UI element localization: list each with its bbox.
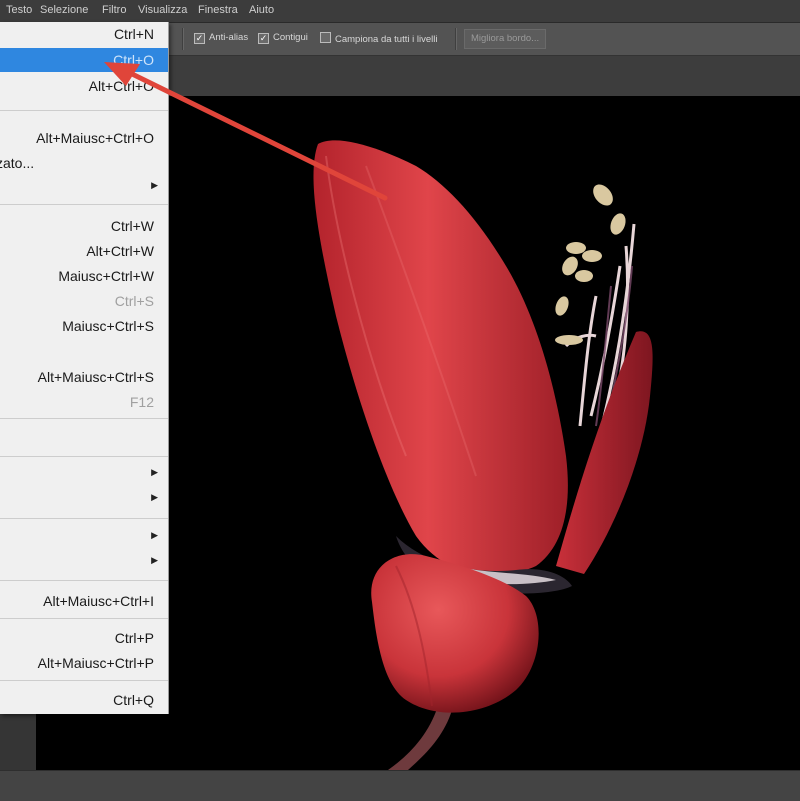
shortcut-label: Alt+Maiusc+Ctrl+O [36,130,154,146]
menu-item-open[interactable]: Ctrl+O [0,48,168,72]
menu-item-automate[interactable]: ▶ [0,525,168,549]
menu-testo[interactable]: Testo [6,4,32,16]
contiguous-option[interactable]: ✓ Contigui [258,32,308,44]
check-icon[interactable]: ✓ [258,33,269,44]
check-icon[interactable]: ✓ [194,33,205,44]
menu-visualizza[interactable]: Visualizza [138,4,187,16]
menu-filtro[interactable]: Filtro [102,4,126,16]
menu-item-close-all[interactable]: Alt+Ctrl+W [0,239,168,263]
chevron-right-icon: ▶ [151,492,158,502]
menu-item-import[interactable]: ▶ [0,462,168,486]
shortcut-label: F12 [129,394,154,410]
refine-edge-button[interactable]: Migliora bordo... [464,29,547,49]
menu-separator [0,456,168,457]
shortcut-label: Alt+Maiusc+Ctrl+I [43,593,154,609]
menu-separator [0,618,168,619]
menu-item-open-as[interactable]: Alt+Maiusc+Ctrl+O [0,126,168,150]
shortcut-label: Alt+Ctrl+W [86,243,154,259]
checkbox-icon[interactable] [320,32,331,43]
shortcut-label: Ctrl+P [114,630,154,646]
menu-item-close[interactable]: Ctrl+W [0,214,168,238]
menu-item-revert: F12 [0,390,168,414]
chevron-right-icon: ▶ [151,467,158,477]
shortcut-label: Alt+Maiusc+Ctrl+P [37,655,154,671]
shortcut-label: Ctrl+W [110,218,154,234]
status-bar [0,770,800,801]
menu-separator [0,418,168,419]
menu-separator [0,110,168,111]
menu-item-open-as-smart-object[interactable]: zato... [0,151,168,175]
menu-item-exit[interactable]: Ctrl+Q [0,688,168,712]
menu-aiuto[interactable]: Aiuto [249,4,274,16]
shortcut-label: Ctrl+Q [113,692,154,708]
menu-separator [0,518,168,519]
chevron-right-icon: ▶ [151,180,158,190]
menu-item-close-and-go[interactable]: Maiusc+Ctrl+W [0,264,168,288]
menu-item-save: Ctrl+S [0,289,168,313]
menu-item-print[interactable]: Ctrl+P [0,626,168,650]
menu-selezione[interactable]: Selezione [40,4,88,16]
menu-finestra[interactable]: Finestra [198,4,238,16]
shortcut-label: Maiusc+Ctrl+W [58,268,154,284]
menu-item-print-one-copy[interactable]: Alt+Maiusc+Ctrl+P [0,651,168,675]
options-divider [182,28,184,50]
shortcut-label: Ctrl+O [113,52,154,68]
menu-item-save-for-web[interactable]: Alt+Maiusc+Ctrl+S [0,365,168,389]
menu-item-export[interactable]: ▶ [0,487,168,511]
menu-item-scripts[interactable]: ▶ [0,550,168,574]
menu-item-save-as[interactable]: Maiusc+Ctrl+S [0,314,168,338]
menu-separator [0,204,168,205]
chevron-right-icon: ▶ [151,555,158,565]
contiguous-label: Contigui [273,32,308,43]
shortcut-label: Alt+Maiusc+Ctrl+S [37,369,154,385]
menu-item-open-recent[interactable]: ▶ [0,175,168,199]
sample-all-option[interactable]: Campiona da tutti i livelli [320,32,437,45]
anti-alias-label: Anti-alias [209,32,249,43]
menu-item-new[interactable]: Ctrl+N [0,22,168,46]
shortcut-label: Ctrl+N [113,26,154,42]
menu-item-file-info[interactable]: Alt+Maiusc+Ctrl+I [0,589,168,613]
sample-all-label: Campiona da tutti i livelli [335,34,438,45]
menu-item-label: zato... [0,155,35,171]
shortcut-label: Ctrl+S [114,293,154,309]
shortcut-label: Alt+Ctrl+O [88,78,154,94]
menu-separator [0,580,168,581]
menu-bar: Testo Selezione Filtro Visualizza Finest… [0,0,800,23]
anti-alias-option[interactable]: ✓ Anti-alias [194,32,248,44]
shortcut-label: Maiusc+Ctrl+S [62,318,154,334]
options-divider [455,28,457,50]
menu-separator [0,680,168,681]
menu-item-open-in-bridge[interactable]: Alt+Ctrl+O [0,74,168,98]
chevron-right-icon: ▶ [151,530,158,540]
file-menu-dropdown: Ctrl+N Ctrl+O Alt+Ctrl+O Alt+Maiusc+Ctrl… [0,22,169,714]
